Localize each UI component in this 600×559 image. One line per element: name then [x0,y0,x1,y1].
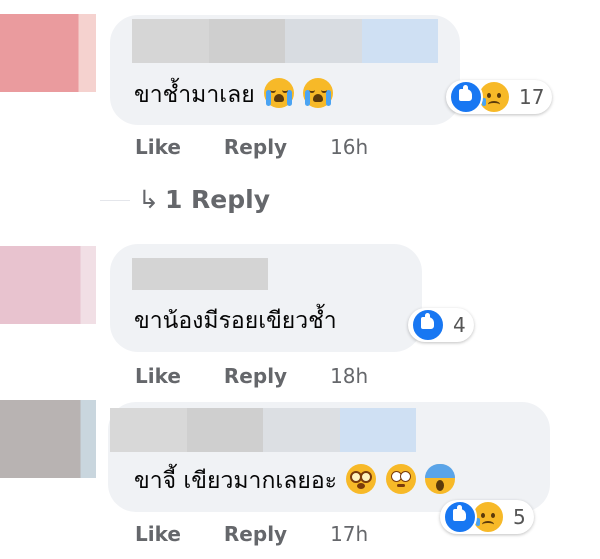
reaction-count: 5 [513,505,526,529]
reply-button[interactable]: Reply [224,135,287,159]
reply-button[interactable]: Reply [224,364,287,388]
reply-button[interactable]: Reply [224,522,287,546]
like-button[interactable]: Like [135,135,181,159]
timestamp[interactable]: 18h [330,364,368,388]
loudly-crying-face-icon [303,78,334,108]
commenter-name[interactable] [132,258,268,290]
avatar[interactable] [0,246,96,324]
like-icon [443,500,477,534]
comment-text: ขาช้ำมาเลย [134,78,334,110]
thread-line [100,200,130,201]
comment-text: ขาน้องมีรอยเขียวช้ำ [134,308,337,334]
comment-actions: Like Reply 16h [135,135,368,159]
flushed-face-icon [385,464,416,494]
like-button[interactable]: Like [135,522,181,546]
like-icon [411,308,445,342]
timestamp[interactable]: 17h [330,522,368,546]
reply-arrow-icon: ↳ [138,185,159,214]
timestamp[interactable]: 16h [330,135,368,159]
comment-actions: Like Reply 17h [135,522,368,546]
reaction-summary[interactable]: 17 [446,80,553,114]
reaction-summary[interactable]: 4 [408,308,474,342]
like-icon [449,80,483,114]
reaction-summary[interactable]: 5 [440,500,534,534]
avatar[interactable] [0,400,96,478]
screaming-face-icon [424,464,455,494]
reaction-count: 17 [519,85,545,109]
commenter-name[interactable] [132,19,438,63]
like-button[interactable]: Like [135,364,181,388]
commenter-name[interactable] [110,408,416,452]
reaction-count: 4 [453,313,466,337]
view-replies-link[interactable]: ↳ 1 Reply [138,185,270,214]
avatar[interactable] [0,14,96,92]
loudly-crying-face-icon [263,78,294,108]
dizzy-face-icon [346,464,377,494]
comment-actions: Like Reply 18h [135,364,368,388]
comment-text: ขาจี้ เขียวมากเลยอะ [134,464,455,496]
